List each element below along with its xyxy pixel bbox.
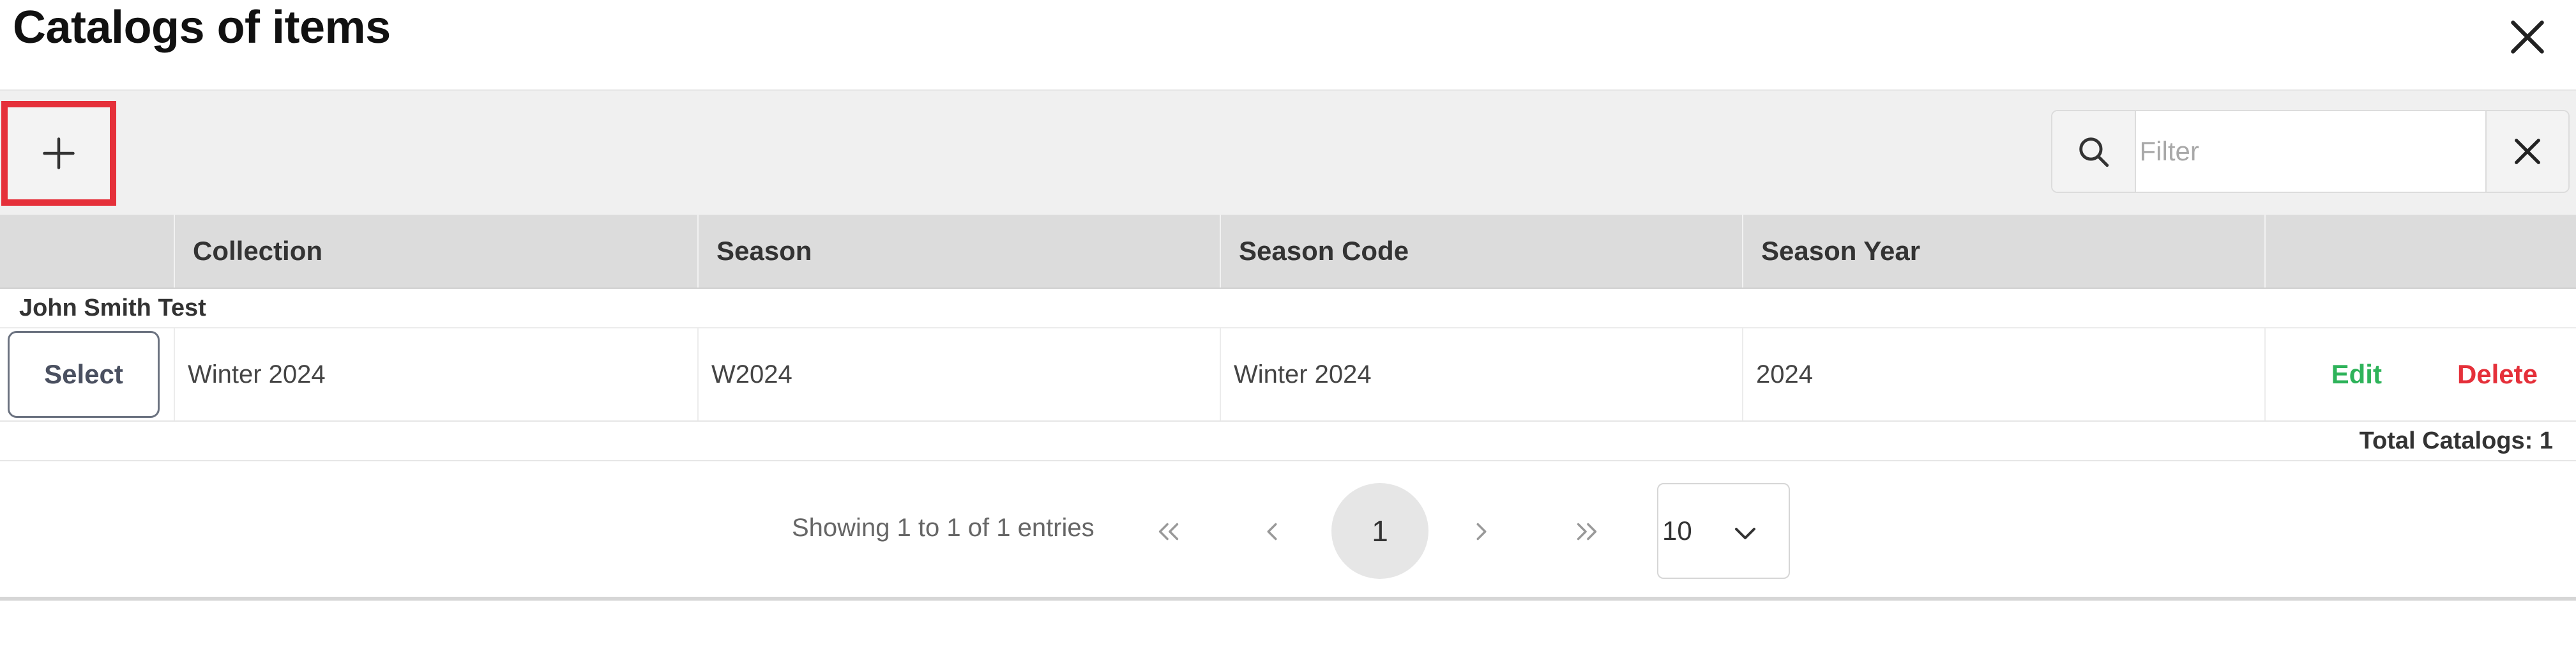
close-icon: [2514, 139, 2540, 164]
chevrons-right-icon: [1577, 523, 1597, 541]
toolbar: [0, 89, 2576, 215]
column-header-actions: [2266, 215, 2576, 288]
delete-link[interactable]: Delete: [2457, 359, 2538, 390]
close-dialog-button[interactable]: [2506, 15, 2549, 59]
edit-link[interactable]: Edit: [2331, 359, 2382, 390]
chevron-right-icon: [1476, 523, 1487, 541]
column-header-season[interactable]: Season: [699, 215, 1221, 288]
column-header-season-year[interactable]: Season Year: [1743, 215, 2266, 288]
actions-cell: Edit Delete: [2266, 328, 2576, 420]
current-page-button[interactable]: 1: [1331, 483, 1428, 579]
filter-search-button[interactable]: [2052, 111, 2136, 192]
page-title: Catalogs of items: [13, 2, 391, 53]
total-catalogs: Total Catalogs: 1: [0, 422, 2576, 461]
prev-page-button[interactable]: [1253, 512, 1291, 551]
pagination-info: Showing 1 to 1 of 1 entries: [792, 514, 1095, 542]
column-header-collection[interactable]: Collection: [175, 215, 699, 288]
chevron-left-icon: [1267, 523, 1277, 541]
chevron-down-icon: [1735, 528, 1755, 539]
column-header-season-code[interactable]: Season Code: [1221, 215, 1743, 288]
filter-box: [2051, 110, 2570, 193]
group-row: John Smith Test: [0, 289, 2576, 328]
close-icon: [2511, 20, 2544, 54]
season-code-cell: Winter 2024: [1221, 328, 1743, 420]
table-row: Select Winter 2024 W2024 Winter 2024 202…: [0, 328, 2576, 422]
table-header: Collection Season Season Code Season Yea…: [0, 215, 2576, 289]
bottom-divider: [0, 597, 2576, 601]
select-button[interactable]: Select: [8, 331, 160, 418]
add-catalog-button[interactable]: [1, 101, 116, 206]
filter-input[interactable]: [2135, 111, 2485, 192]
pagination: Showing 1 to 1 of 1 entries 1 10: [0, 483, 2576, 598]
chevrons-left-icon: [1158, 523, 1179, 541]
catalogs-table: Collection Season Season Code Season Yea…: [0, 215, 2576, 461]
season-cell: W2024: [699, 328, 1221, 420]
page-size-select[interactable]: 10: [1657, 483, 1790, 579]
filter-clear-button[interactable]: [2485, 111, 2568, 192]
plus-icon: [43, 137, 75, 169]
collection-cell: Winter 2024: [175, 328, 699, 420]
first-page-button[interactable]: [1149, 512, 1188, 551]
page-size-value: 10: [1662, 516, 1692, 546]
season-year-cell: 2024: [1743, 328, 2266, 420]
search-icon: [2079, 137, 2109, 167]
next-page-button[interactable]: [1462, 512, 1501, 551]
column-header-select: [0, 215, 175, 288]
last-page-button[interactable]: [1568, 512, 1606, 551]
select-cell: Select: [0, 328, 175, 420]
